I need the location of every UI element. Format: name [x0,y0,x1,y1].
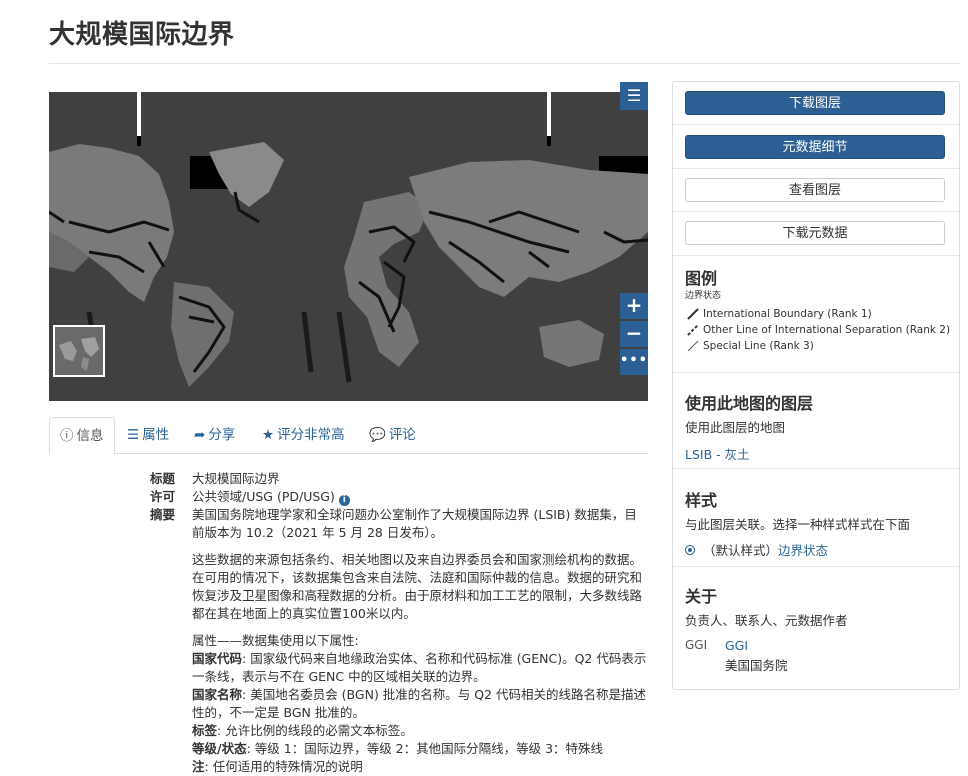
legend-title: 图例 [685,269,718,288]
overview-map-image [55,327,103,375]
maps-using-layer-title: 使用此地图的图层 [685,394,814,413]
map-zoom-controls: + − ••• [620,293,648,377]
map-overview-thumbnail[interactable] [53,325,105,377]
star-icon: ★ [262,427,275,443]
metadata-detail-button[interactable]: 元数据细节 [685,135,945,159]
info-title-row: 标题 大规模国际边界 [150,470,648,488]
detail-tabs: ⓘ 信息 ☰ 属性 ➦ 分享 ★ 评分非常高 💬 评论 [49,417,648,455]
maps-using-layer-text: 使用此图层的地图 [685,420,786,435]
hamburger-menu-icon: ☰ [626,86,642,105]
attr-rank: 等级/状态: 等级 1：国际边界，等级 2：其他国际分隔线，等级 3：特殊线 [192,741,604,756]
info-title-value: 大规模国际边界 [192,471,280,486]
layer-sidebar: 下载图层 元数据细节 查看图层 下载元数据 图例 边界状态 Internatio… [672,81,960,690]
list-icon: ☰ [127,427,140,443]
legend-item-rank1: International Boundary (Rank 1) [687,308,872,320]
attr-country-code: 国家代码: 国家级代码来自地缘政治实体、名称和代码标准 (GENC)。Q2 代码… [192,651,647,684]
download-layer-button[interactable]: 下载图层 [685,91,945,115]
tab-rating[interactable]: ★ 评分非常高 [262,417,345,453]
divider [673,124,959,125]
info-panel: 标题 大规模国际边界 许可 公共领域/USG (PD/USG) i 摘要 美国国… [150,470,648,776]
info-circle-icon: ⓘ [60,428,74,444]
style-radio[interactable] [685,545,695,555]
view-layer-button[interactable]: 查看图层 [685,178,945,202]
info-license-value: 公共领域/USG (PD/USG) [192,489,335,504]
org-entry: GGI GGI [685,638,748,653]
info-license-row: 许可 公共领域/USG (PD/USG) i [150,488,648,506]
tab-share[interactable]: ➦ 分享 [194,417,235,453]
attr-note: 注: 任何适用的特殊情况的说明 [192,759,363,774]
map-layers-menu-button[interactable]: ☰ [620,82,648,110]
world-map-image [49,82,648,401]
divider [673,255,959,256]
styles-title: 样式 [685,491,718,510]
legend-item-rank3: Special Line (Rank 3) [687,340,814,352]
about-title: 关于 [685,587,718,606]
style-link-boundary-status[interactable]: 边界状态 [778,543,828,558]
about-text: 负责人、联系人、元数据作者 [685,613,848,628]
thin-line-icon [687,340,699,352]
zoom-out-button[interactable]: − [620,321,648,347]
legend-subtitle: 边界状态 [685,291,722,301]
abstract-paragraph-2: 这些数据的来源包括条约、相关地图以及来自边界委员会和国家测绘机构的数据。在可用的… [192,552,643,621]
divider [673,566,959,567]
comment-icon: 💬 [369,427,386,443]
attributes-intro: 属性——数据集使用以下属性: [192,633,359,648]
style-option-default[interactable]: （默认样式）边界状态 [685,540,828,559]
divider [673,211,959,212]
solid-line-icon [687,308,699,320]
download-metadata-button[interactable]: 下载元数据 [685,221,945,245]
org-link[interactable]: GGI [725,638,748,653]
info-title-label: 标题 [150,471,176,486]
license-info-icon[interactable]: i [338,495,350,506]
page-title: 大规模国际边界 [49,20,235,50]
attributes-description: 属性——数据集使用以下属性: 国家代码: 国家级代码来自地缘政治实体、名称和代码… [192,632,648,776]
share-icon: ➦ [194,427,206,443]
org-subtitle: 美国国务院 [725,658,788,673]
divider [673,372,959,373]
abstract-paragraph-1: 美国国务院地理学家和全球问题办公室制作了大规模国际边界 (LSIB) 数据集，目… [192,507,637,540]
legend-item-rank2: Other Line of International Separation (… [687,324,950,336]
zoom-in-button[interactable]: + [620,293,648,319]
tab-info[interactable]: ⓘ 信息 [49,417,115,455]
dashed-line-icon [687,324,699,336]
attr-country-name: 国家名称: 美国地名委员会 (BGN) 批准的名称。与 Q2 代码相关的线路名称… [192,687,647,720]
divider [673,168,959,169]
title-divider [49,63,961,64]
info-abstract-row: 摘要 美国国务院地理学家和全球问题办公室制作了大规模国际边界 (LSIB) 数据… [150,506,648,776]
divider [673,468,959,469]
tab-attributes[interactable]: ☰ 属性 [127,417,169,453]
info-abstract-label: 摘要 [150,507,176,522]
tab-comments[interactable]: 💬 评论 [369,417,416,453]
map-viewer[interactable]: ☰ + − ••• [49,82,648,401]
map-link-lsib[interactable]: LSIB - 灰土 [685,444,750,463]
org-logo: GGI [685,638,708,652]
attr-label: 标签: 允许比例的线段的必需文本标签。 [192,723,413,738]
map-more-button[interactable]: ••• [620,349,648,375]
styles-text: 与此图层关联。选择一种样式样式在下面 [685,517,911,532]
info-license-label: 许可 [150,489,176,504]
